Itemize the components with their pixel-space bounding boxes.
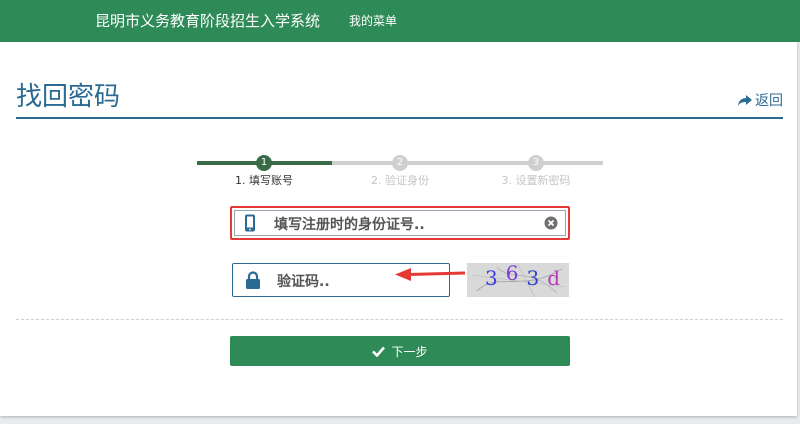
check-icon <box>372 346 386 357</box>
id-number-field[interactable]: 填写注册时的身份证号.. <box>230 206 570 240</box>
top-navbar: 昆明市义务教育阶段招生入学系统 我的菜单 <box>0 0 800 42</box>
clear-icon[interactable] <box>544 216 558 230</box>
captcha-char: 3 <box>485 266 506 290</box>
form-divider <box>16 319 783 320</box>
main-panel: 找回密码 返回 1 2 3 1. 填写账号 2. 验证身份 3. 设置新密码 填… <box>0 42 797 416</box>
captcha-text: 363d <box>485 263 569 290</box>
captcha-image[interactable]: 363d <box>467 263 569 297</box>
phone-icon <box>245 214 255 232</box>
step-1-label: 1. 填写账号 <box>235 174 293 187</box>
captcha-char: 6 <box>505 263 527 285</box>
captcha-char: d <box>547 266 569 290</box>
back-label: 返回 <box>755 93 783 109</box>
step-2-label: 2. 验证身份 <box>371 174 429 187</box>
next-step-button[interactable]: 下一步 <box>230 336 570 366</box>
lock-icon <box>246 271 260 289</box>
next-step-label: 下一步 <box>391 344 428 359</box>
back-link[interactable]: 返回 <box>738 92 783 110</box>
page-title: 找回密码 <box>16 82 121 112</box>
title-divider <box>16 117 783 119</box>
step-1-dot: 1 <box>256 155 272 171</box>
step-3-dot: 3 <box>528 155 544 171</box>
back-arrow-icon <box>738 95 752 106</box>
step-indicator: 1 2 3 1. 填写账号 2. 验证身份 3. 设置新密码 <box>197 151 603 191</box>
id-number-input[interactable]: 填写注册时的身份证号.. <box>274 214 425 234</box>
captcha-char: 3 <box>526 266 548 290</box>
step-3-label: 3. 设置新密码 <box>501 174 571 187</box>
system-title[interactable]: 昆明市义务教育阶段招生入学系统 <box>95 11 320 31</box>
my-menu-link[interactable]: 我的菜单 <box>349 13 397 29</box>
red-arrow-annotation <box>395 268 465 281</box>
captcha-input[interactable]: 验证码.. <box>277 271 330 291</box>
step-2-dot: 2 <box>392 155 408 171</box>
